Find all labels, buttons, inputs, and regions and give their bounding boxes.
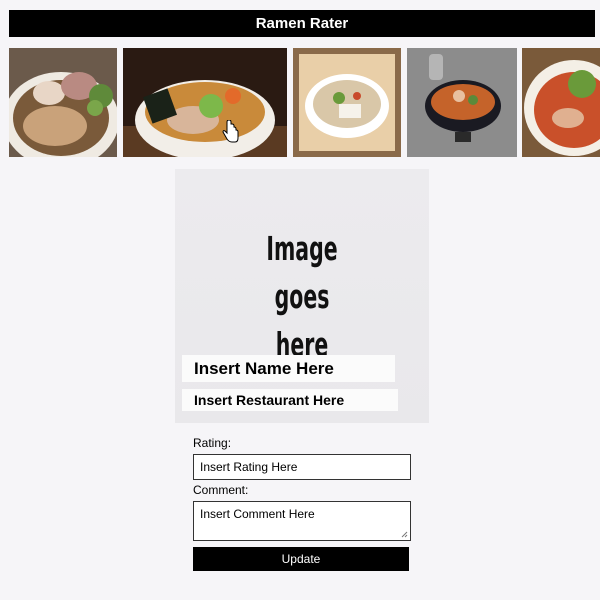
rating-label: Rating: xyxy=(193,436,232,450)
ramen-thumbnail-4[interactable] xyxy=(407,48,517,157)
app-header: Ramen Rater xyxy=(9,10,595,37)
comment-textarea[interactable]: Insert Comment Here xyxy=(193,501,411,541)
ramen-thumbnail-2[interactable] xyxy=(123,48,287,157)
app-title: Ramen Rater xyxy=(255,15,349,32)
ramen-gallery xyxy=(0,48,600,158)
ramen-restaurant: Insert Restaurant Here xyxy=(182,389,398,411)
comment-label: Comment: xyxy=(193,483,249,497)
comment-text: Insert Comment Here xyxy=(200,507,315,521)
rating-input[interactable]: Insert Rating Here xyxy=(193,454,411,480)
placeholder-line-2: goes xyxy=(274,277,330,316)
update-button[interactable]: Update xyxy=(193,547,409,571)
hand-cursor-icon xyxy=(222,120,239,143)
ramen-name: Insert Name Here xyxy=(182,355,395,382)
placeholder-line-1: Image xyxy=(266,229,338,268)
ramen-thumbnail-1[interactable] xyxy=(9,48,117,157)
resize-grip-icon[interactable] xyxy=(401,531,408,538)
rating-form: Rating: Insert Rating Here Comment: Inse… xyxy=(193,436,411,571)
ramen-detail-card: Image goes here Insert Name Here Insert … xyxy=(175,169,429,423)
image-placeholder: Image goes here xyxy=(223,225,380,375)
ramen-thumbnail-3[interactable] xyxy=(293,48,401,157)
ramen-thumbnail-5[interactable] xyxy=(522,48,600,157)
